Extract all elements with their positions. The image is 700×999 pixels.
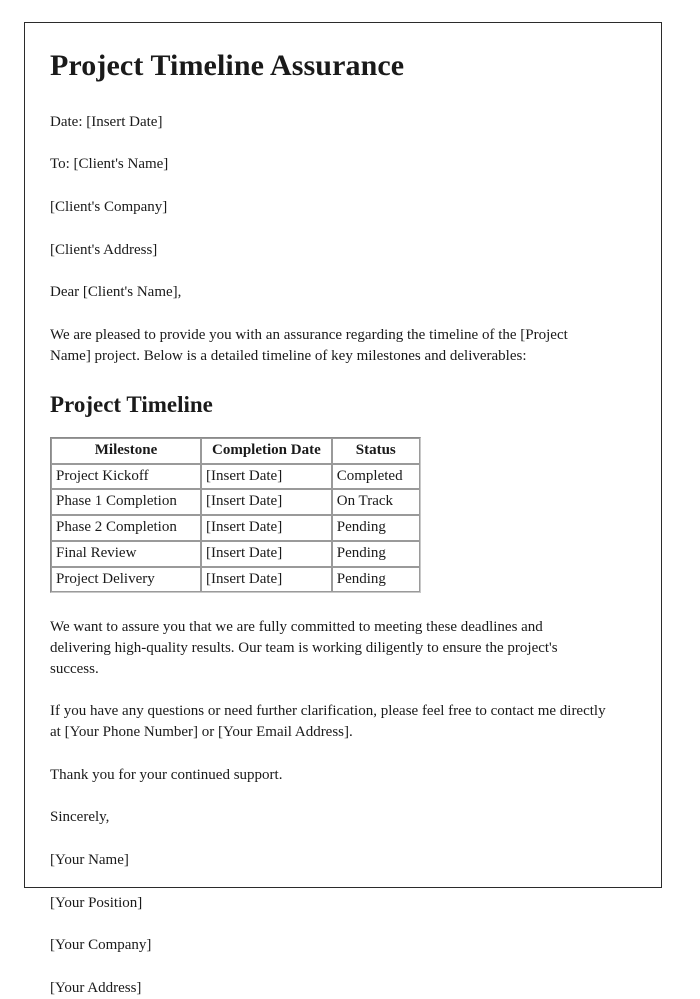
meta-line-date: Date: [Insert Date] [50, 113, 163, 130]
table-row: Phase 2 Completion [Insert Date] Pending [51, 515, 420, 541]
document-page: Project Timeline Assurance Date: [Insert… [24, 22, 662, 996]
cell-milestone: Phase 1 Completion [51, 489, 201, 515]
commitment-paragraph: We want to assure you that we are fully … [50, 619, 558, 677]
cell-status: Completed [331, 463, 420, 490]
cell-status: Pending [331, 540, 420, 567]
signature-name: [Your Name] [50, 852, 129, 869]
document-body: Project Timeline Assurance Date: [Insert… [25, 23, 661, 999]
cell-milestone: Project Delivery [51, 566, 201, 593]
table-row: Project Delivery [Insert Date] Pending [51, 566, 420, 593]
meta-line-company: [Client's Company] [50, 198, 168, 215]
cell-milestone: Phase 2 Completion [51, 515, 201, 541]
cell-completion-date: [Insert Date] [201, 566, 332, 593]
section-heading-project-timeline: Project Timeline [50, 392, 213, 418]
meta-line-recipient: To: [Client's Name] [50, 156, 169, 173]
signature-company: [Your Company] [50, 937, 152, 954]
salutation: Dear [Client's Name], [50, 284, 182, 301]
cell-completion-date: [Insert Date] [201, 515, 332, 541]
cell-milestone: Final Review [51, 540, 201, 567]
page-title: Project Timeline Assurance [50, 49, 405, 82]
table-header-completion-date: Completion Date [201, 437, 332, 464]
intro-paragraph: We are pleased to provide you with an as… [50, 326, 568, 364]
table-row: Final Review [Insert Date] Pending [51, 540, 420, 567]
cell-completion-date: [Insert Date] [201, 489, 332, 515]
closing-line: Sincerely, [50, 809, 110, 826]
table-row: Phase 1 Completion [Insert Date] On Trac… [51, 489, 420, 515]
thanks-line: Thank you for your continued support. [50, 766, 283, 783]
signature-address: [Your Address] [50, 980, 142, 997]
cell-status: Pending [331, 515, 420, 541]
table-header-row: Milestone Completion Date Status [51, 437, 420, 464]
table-header-milestone: Milestone [51, 437, 201, 464]
cell-status: Pending [331, 566, 420, 593]
table-header-status: Status [331, 437, 420, 464]
project-timeline-table: Milestone Completion Date Status Project… [50, 436, 421, 594]
signature-position: [Your Position] [50, 894, 143, 911]
cell-completion-date: [Insert Date] [201, 463, 332, 490]
meta-line-address: [Client's Address] [50, 241, 158, 258]
cell-milestone: Project Kickoff [51, 463, 201, 490]
cell-status: On Track [331, 489, 420, 515]
table-row: Project Kickoff [Insert Date] Completed [51, 463, 420, 490]
contact-paragraph: If you have any questions or need furthe… [50, 703, 606, 740]
cell-completion-date: [Insert Date] [201, 540, 332, 567]
